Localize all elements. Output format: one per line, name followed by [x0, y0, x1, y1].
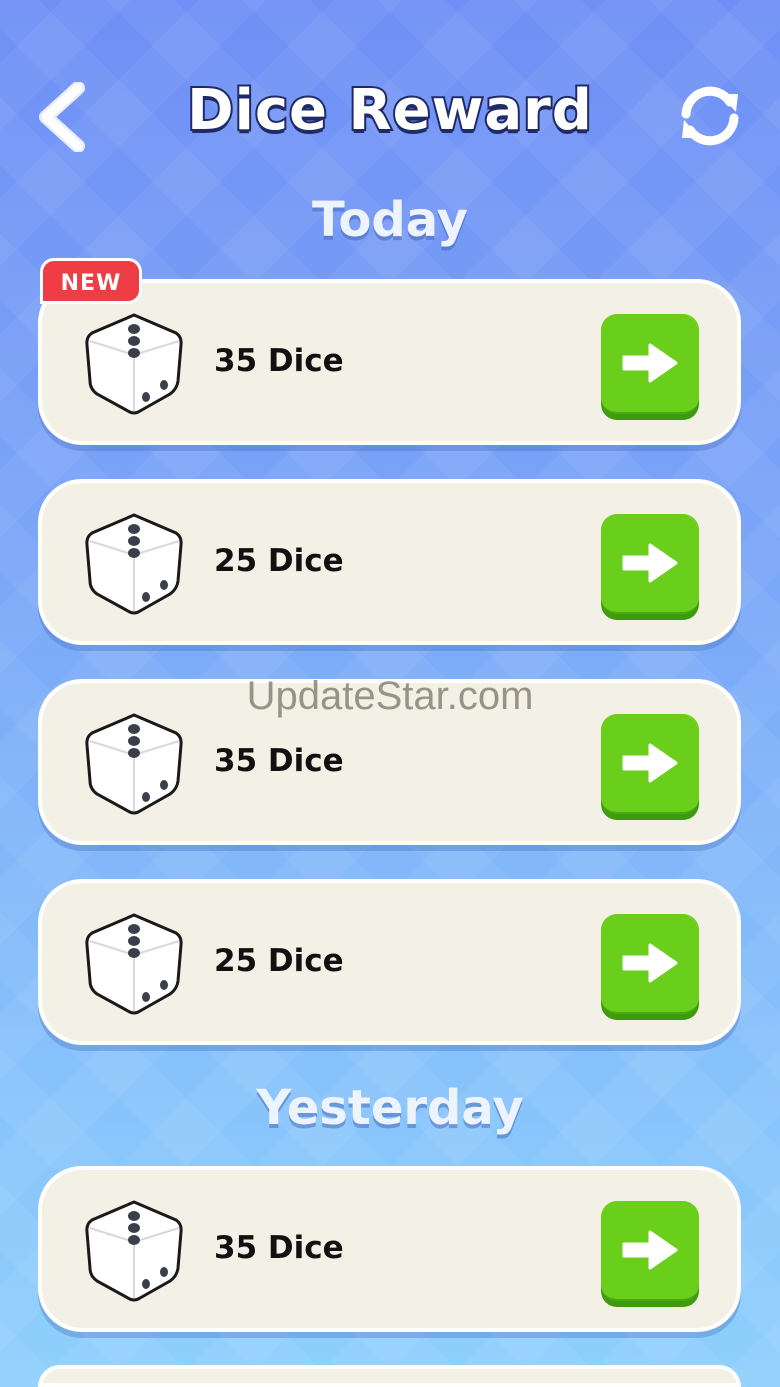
- watermark: UpdateStar.com: [246, 674, 534, 718]
- dice-icon: [82, 511, 186, 617]
- section-title-today: Today: [312, 192, 468, 248]
- refresh-button[interactable]: [674, 80, 746, 152]
- arrow-right-icon: [620, 1228, 680, 1272]
- reward-label: 25 Dice: [214, 543, 344, 579]
- dice-icon: [82, 911, 186, 1017]
- reward-card: 25 Dice: [38, 479, 741, 645]
- new-badge: NEW: [40, 258, 142, 304]
- refresh-icon: [681, 86, 739, 146]
- reward-card: 35 Dice: [38, 1166, 741, 1332]
- page-title: Dice Reward: [185, 76, 594, 145]
- claim-button[interactable]: [601, 914, 699, 1014]
- reward-card: 25 Dice: [38, 879, 741, 1045]
- reward-card-partial: [38, 1365, 741, 1387]
- header-bar: Dice Reward: [0, 60, 780, 170]
- arrow-right-icon: [620, 741, 680, 785]
- reward-label: 35 Dice: [214, 343, 344, 379]
- dice-icon: [82, 1198, 186, 1304]
- arrow-right-icon: [620, 541, 680, 585]
- dice-icon: [82, 311, 186, 417]
- reward-label: 35 Dice: [214, 1230, 344, 1266]
- claim-button[interactable]: [601, 514, 699, 614]
- reward-label: 35 Dice: [214, 743, 344, 779]
- claim-button[interactable]: [601, 314, 699, 414]
- section-title-yesterday: Yesterday: [256, 1080, 524, 1136]
- claim-button[interactable]: [601, 714, 699, 814]
- reward-label: 25 Dice: [214, 943, 344, 979]
- arrow-right-icon: [620, 941, 680, 985]
- reward-card: 35 Dice: [38, 279, 741, 445]
- dice-icon: [82, 711, 186, 817]
- claim-button[interactable]: [601, 1201, 699, 1301]
- arrow-right-icon: [620, 341, 680, 385]
